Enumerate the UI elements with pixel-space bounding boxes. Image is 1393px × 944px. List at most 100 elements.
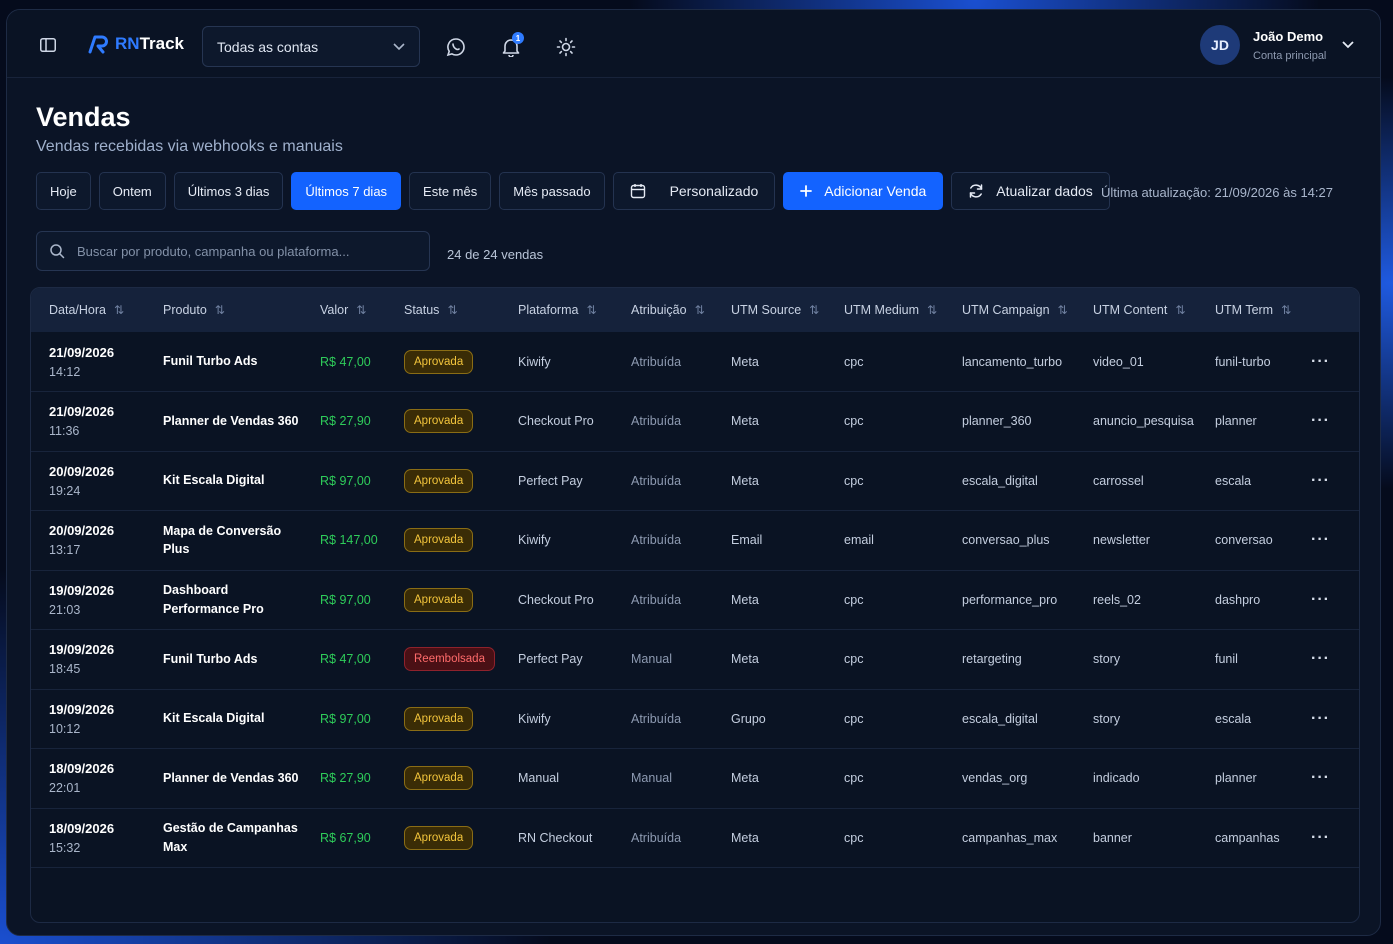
column-header-value[interactable]: Valor ⇅ bbox=[302, 288, 386, 332]
cell-actions: ··· bbox=[1293, 808, 1359, 868]
table-row[interactable]: 19/09/2026 21:03 Dashboard Performance Pr… bbox=[31, 570, 1359, 630]
table-row[interactable]: 19/09/2026 18:45 Funil Turbo Ads R$ 47,00… bbox=[31, 629, 1359, 690]
table-row[interactable]: 21/09/2026 11:36 Planner de Vendas 360 R$… bbox=[31, 391, 1359, 452]
brand-logo-icon bbox=[88, 35, 108, 54]
user-menu-chevron-icon[interactable] bbox=[1341, 39, 1355, 51]
column-header-utm-medium[interactable]: UTM Medium ⇅ bbox=[826, 288, 944, 332]
table-row[interactable]: 20/09/2026 19:24 Kit Escala Digital R$ 97… bbox=[31, 451, 1359, 511]
sort-icon[interactable]: ⇅ bbox=[1175, 303, 1185, 317]
theme-sun-icon[interactable] bbox=[555, 36, 577, 58]
cell-utm-campaign: conversao_plus bbox=[944, 510, 1075, 571]
cell-utm-content: video_01 bbox=[1075, 332, 1197, 392]
sort-icon[interactable]: ⇅ bbox=[809, 303, 819, 317]
sidebar-toggle-icon[interactable] bbox=[38, 37, 58, 53]
more-options-icon[interactable]: ··· bbox=[1311, 650, 1330, 667]
filter-last-month-button[interactable]: Mês passado bbox=[499, 172, 605, 210]
cell-utm-source: Meta bbox=[713, 808, 826, 868]
filter-yesterday-button[interactable]: Ontem bbox=[98, 172, 166, 210]
search-box[interactable]: Buscar por produto, campanha ou platafor… bbox=[36, 231, 430, 271]
column-header-attribution[interactable]: Atribuição ⇅ bbox=[613, 288, 713, 332]
column-header-platform[interactable]: Plataforma ⇅ bbox=[500, 288, 613, 332]
column-header-utm-content[interactable]: UTM Content ⇅ bbox=[1075, 288, 1197, 332]
cell-datetime: 18/09/2026 22:01 bbox=[31, 748, 145, 809]
status-badge: Aprovada bbox=[404, 766, 474, 791]
column-header-product[interactable]: Produto ⇅ bbox=[145, 288, 302, 332]
sale-time: 22:01 bbox=[49, 781, 81, 796]
cell-platform: Kiwify bbox=[500, 510, 613, 571]
cell-utm-term: conversao bbox=[1197, 510, 1293, 571]
cell-utm-campaign: performance_pro bbox=[944, 570, 1075, 630]
plus-icon bbox=[800, 185, 813, 197]
cell-datetime: 19/09/2026 10:12 bbox=[31, 689, 145, 749]
column-header-status[interactable]: Status ⇅ bbox=[386, 288, 500, 332]
cell-utm-term: campanhas bbox=[1197, 808, 1293, 868]
refresh-data-button[interactable]: Atualizar dados bbox=[951, 172, 1110, 210]
more-options-icon[interactable]: ··· bbox=[1311, 531, 1330, 548]
cell-utm-term: funil-turbo bbox=[1197, 332, 1293, 392]
sort-icon[interactable]: ⇅ bbox=[1281, 303, 1291, 317]
sale-value: R$ 47,00 bbox=[320, 652, 371, 667]
more-options-icon[interactable]: ··· bbox=[1311, 710, 1330, 727]
user-name[interactable]: João Demo bbox=[1253, 29, 1323, 44]
more-options-icon[interactable]: ··· bbox=[1311, 591, 1330, 608]
cell-utm-term: escala bbox=[1197, 689, 1293, 749]
account-select[interactable]: Todas as contas bbox=[202, 26, 420, 67]
table-row[interactable]: 18/09/2026 15:32 Gestão de Campanhas Max … bbox=[31, 808, 1359, 868]
table-row[interactable]: 19/09/2026 10:12 Kit Escala Digital R$ 97… bbox=[31, 689, 1359, 749]
product-name: Funil Turbo Ads bbox=[163, 651, 258, 666]
cell-utm-source: Meta bbox=[713, 629, 826, 690]
filter-this-month-button[interactable]: Este mês bbox=[409, 172, 492, 210]
add-sale-button[interactable]: Adicionar Venda bbox=[783, 172, 944, 210]
cell-value: R$ 97,00 bbox=[302, 570, 386, 630]
more-options-icon[interactable]: ··· bbox=[1311, 829, 1330, 846]
cell-utm-content: story bbox=[1075, 689, 1197, 749]
sort-icon[interactable]: ⇅ bbox=[586, 303, 596, 317]
filter-today-button[interactable]: Hoje bbox=[36, 172, 91, 210]
column-header-date[interactable]: Data/Hora ⇅ bbox=[31, 288, 145, 332]
whatsapp-icon[interactable] bbox=[445, 36, 467, 58]
brand-prefix: RN bbox=[115, 34, 140, 53]
cell-value: R$ 47,00 bbox=[302, 332, 386, 392]
filter-custom-button[interactable]: Personalizado bbox=[612, 172, 776, 210]
sort-icon[interactable]: ⇅ bbox=[215, 303, 225, 317]
sort-icon[interactable]: ⇅ bbox=[447, 303, 457, 317]
sort-icon[interactable]: ⇅ bbox=[1058, 303, 1068, 317]
cell-actions: ··· bbox=[1293, 629, 1359, 690]
cell-utm-medium: cpc bbox=[826, 332, 944, 392]
cell-status: Reembolsada bbox=[386, 629, 500, 690]
avatar[interactable]: JD bbox=[1200, 25, 1240, 65]
table-row[interactable]: 20/09/2026 13:17 Mapa de Conversão Plus R… bbox=[31, 510, 1359, 571]
product-name: Planner de Vendas 360 bbox=[163, 770, 299, 785]
cell-attribution: Atribuída bbox=[613, 451, 713, 511]
filter-last7-button[interactable]: Últimos 7 dias bbox=[291, 172, 402, 210]
notifications-button[interactable]: 1 bbox=[501, 32, 524, 58]
sort-icon[interactable]: ⇅ bbox=[114, 303, 124, 317]
cell-attribution: Atribuída bbox=[613, 808, 713, 868]
more-options-icon[interactable]: ··· bbox=[1311, 769, 1330, 786]
app-window: RNTrack Todas as contas 1 JD João Demo C… bbox=[6, 9, 1381, 936]
more-options-icon[interactable]: ··· bbox=[1311, 412, 1330, 429]
cell-attribution: Atribuída bbox=[613, 510, 713, 571]
filter-last3-button[interactable]: Últimos 3 dias bbox=[173, 172, 284, 210]
cell-utm-medium: cpc bbox=[826, 808, 944, 868]
cell-value: R$ 97,00 bbox=[302, 451, 386, 511]
column-header-utm-campaign[interactable]: UTM Campaign ⇅ bbox=[944, 288, 1075, 332]
sort-icon[interactable]: ⇅ bbox=[927, 303, 937, 317]
cell-utm-medium: email bbox=[826, 510, 944, 571]
sort-icon[interactable]: ⇅ bbox=[356, 303, 366, 317]
cell-value: R$ 27,90 bbox=[302, 391, 386, 452]
table-row[interactable]: 18/09/2026 22:01 Planner de Vendas 360 R$… bbox=[31, 748, 1359, 809]
search-input[interactable]: Buscar por produto, campanha ou platafor… bbox=[77, 244, 349, 259]
table-row[interactable]: 21/09/2026 14:12 Funil Turbo Ads R$ 47,00… bbox=[31, 332, 1359, 392]
column-header-utm-source[interactable]: UTM Source ⇅ bbox=[713, 288, 826, 332]
refresh-data-label: Atualizar dados bbox=[996, 183, 1093, 199]
cell-platform: RN Checkout bbox=[500, 808, 613, 868]
more-options-icon[interactable]: ··· bbox=[1311, 353, 1330, 370]
cell-value: R$ 67,90 bbox=[302, 808, 386, 868]
brand-logo[interactable]: RNTrack bbox=[87, 34, 184, 54]
column-header-utm-term[interactable]: UTM Term ⇅ bbox=[1197, 288, 1293, 332]
cell-product: Gestão de Campanhas Max bbox=[145, 808, 302, 868]
sort-icon[interactable]: ⇅ bbox=[695, 303, 705, 317]
more-options-icon[interactable]: ··· bbox=[1311, 472, 1330, 489]
cell-utm-campaign: campanhas_max bbox=[944, 808, 1075, 868]
